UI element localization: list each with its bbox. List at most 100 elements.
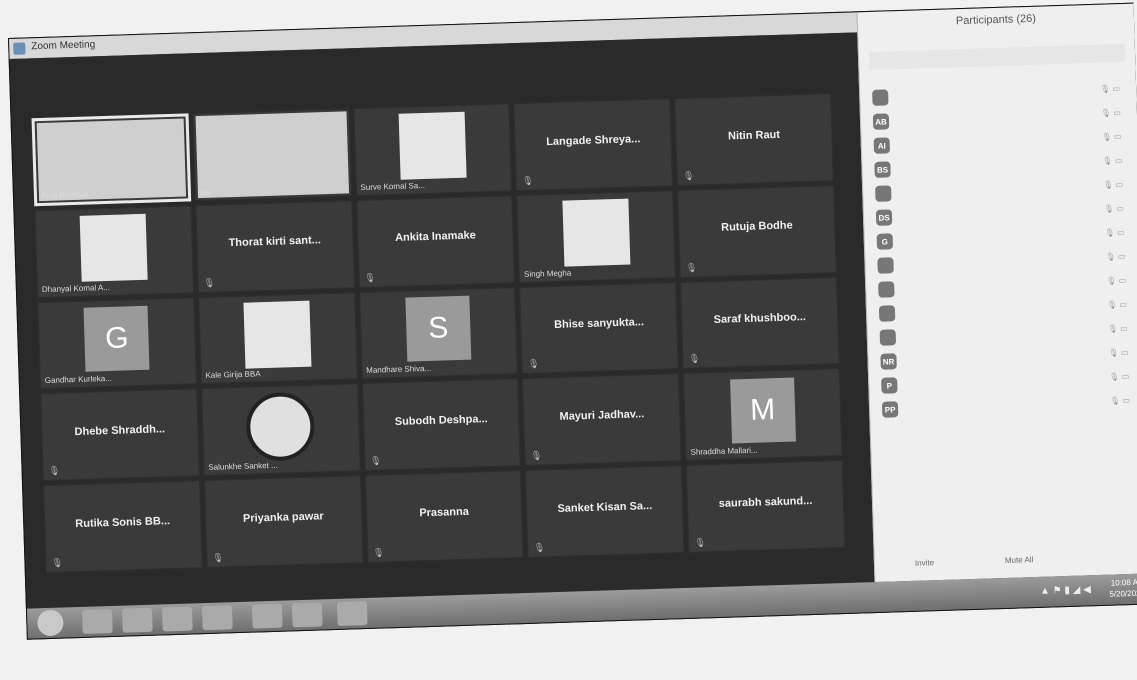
participant-avatar <box>878 305 896 322</box>
participant-tile[interactable]: Priyanka pawar 🎙 <box>203 475 364 569</box>
app-icon[interactable] <box>201 605 233 631</box>
participant-tile[interactable]: G Gandhar Kurleka... <box>37 296 197 390</box>
participant-name: Priyanka pawar <box>242 510 324 525</box>
participant-avatar <box>875 185 892 202</box>
participant-tile[interactable]: Ankita Inamake 🎙 <box>355 195 516 288</box>
mic-muted-icon: 🎙 <box>527 358 540 370</box>
participant-name: Salunkhe Sanket ... <box>208 460 278 473</box>
participant-video <box>36 118 186 201</box>
participant-photo <box>243 300 312 369</box>
system-tray-icons[interactable]: ▲ ⚑ ▮ ◢ ◀ <box>1040 584 1091 597</box>
gallery-view: Anuj Bhosale Sa... Surve Komal Sa... Langad… <box>9 32 875 599</box>
participant-avatar: AB <box>872 113 890 130</box>
mic-muted-icon: 🎙 <box>521 175 534 186</box>
taskbar-clock[interactable]: 10:08 AM 5/20/2021 <box>1109 577 1137 600</box>
participant-tile[interactable]: Dhanyal Komal A... <box>34 205 194 298</box>
participant-tile[interactable]: Rutika Sonis BB... 🎙 <box>43 480 203 574</box>
participant-name: Dhanyal Komal A... <box>41 282 111 294</box>
mic-camera-icon: 🎙 ▭ <box>1106 275 1127 286</box>
participant-tile[interactable]: Subodh Deshpa... 🎙 <box>361 378 522 472</box>
mic-camera-icon: 🎙 ▭ <box>1106 299 1128 310</box>
participant-list: 🎙 ▭ AB 🎙 ▭ AI 🎙 ▭ BS 🎙 ▭ 🎙 ▭ DS 🎙 ▭ G 🎙 ▭ 🎙 ▭ 🎙 ▭ 🎙 ▭ 🎙… <box>870 78 1136 422</box>
participant-avatar: PP <box>881 401 899 418</box>
window-title: Zoom Meeting <box>31 39 96 53</box>
mic-muted-icon: 🎙 <box>533 542 546 553</box>
participant-name: Langade Shreya... <box>546 132 641 148</box>
participant-tile[interactable]: Dhebe Shraddh... 🎙 <box>40 388 200 482</box>
participants-title: Participants (26) <box>955 12 1037 28</box>
file-explorer-icon[interactable] <box>121 607 153 633</box>
participant-tile[interactable]: Sa... <box>192 108 352 202</box>
participant-avatar <box>879 329 897 346</box>
participant-tile[interactable]: Nitin Raut 🎙 <box>674 93 834 186</box>
mic-camera-icon: 🎙 ▭ <box>1101 132 1122 142</box>
participant-video <box>195 111 349 198</box>
participants-panel: Participants (26) 🎙 ▭ AB 🎙 ▭ AI 🎙 ▭ BS 🎙 ▭ 🎙 ▭ D… <box>856 3 1137 583</box>
invite-button[interactable]: Invite <box>915 558 934 568</box>
participant-avatar <box>872 89 889 106</box>
participant-photo <box>80 214 149 283</box>
participant-name: Shraddha Mallari... <box>690 445 758 457</box>
mic-camera-icon: 🎙 ▭ <box>1103 204 1125 214</box>
participant-name: Mayuri Jadhav... <box>559 408 645 423</box>
participant-tile[interactable]: Sanket Kisan Sa... 🎙 <box>525 465 685 558</box>
participant-tile[interactable]: Bhise sanyukta... 🎙 <box>519 281 679 375</box>
mic-muted-icon: 🎙 <box>364 272 376 283</box>
participant-photo <box>562 198 631 267</box>
participant-name: Nitin Raut <box>727 128 781 143</box>
video-grid: Anuj Bhosale Sa... Surve Komal Sa... Langad… <box>31 93 846 574</box>
participant-tile[interactable]: Anuj Bhosale <box>31 113 192 207</box>
internet-explorer-icon[interactable] <box>82 609 113 634</box>
participant-tile[interactable]: M Shraddha Mallari... <box>683 368 843 462</box>
participant-name: Gandhar Kurleka... <box>44 374 113 386</box>
participant-name: Bhise sanyukta... <box>553 316 645 332</box>
mute-all-button[interactable]: Mute All <box>1005 555 1034 565</box>
participant-tile[interactable]: Saraf khushboo... 🎙 <box>680 276 840 370</box>
participant-tile[interactable]: Salunkhe Sanket ... <box>200 383 361 477</box>
mic-camera-icon: 🎙 ▭ <box>1109 395 1131 406</box>
mic-muted-icon: 🎙 <box>685 262 698 273</box>
participant-tile[interactable]: Rutuja Bodhe 🎙 <box>677 184 837 278</box>
participant-name: Saraf khushboo... <box>713 311 807 327</box>
participant-name: Ankita Inamake <box>394 229 476 245</box>
participant-search-input[interactable] <box>868 43 1126 70</box>
edge-icon[interactable] <box>291 602 323 628</box>
mic-camera-icon: 🎙 ▭ <box>1107 323 1128 334</box>
participant-name: Sanket Kisan Sa... <box>557 499 653 515</box>
participant-name: Kale Girija BBA <box>205 369 261 381</box>
participant-avatar: P <box>881 377 898 394</box>
mic-camera-icon: 🎙 ▭ <box>1104 228 1125 238</box>
participant-tile[interactable]: Thorat kirti sant... 🎙 <box>195 200 355 293</box>
zoom-taskbar-icon[interactable] <box>336 601 368 626</box>
clock-date: 5/20/2021 <box>1109 588 1137 599</box>
mic-muted-icon: 🎙 <box>369 455 382 467</box>
panel-footer: Invite Mute All <box>885 548 1137 574</box>
participant-name: Prasanna <box>419 505 470 520</box>
participant-tile[interactable]: saurabh sakund... 🎙 <box>685 460 846 553</box>
participant-name: Sa... <box>199 187 217 197</box>
participant-tile[interactable]: Langade Shreya... 🎙 <box>513 98 674 191</box>
avatar-letter: S <box>405 295 472 362</box>
participant-avatar <box>877 257 894 274</box>
participant-tile[interactable]: Mayuri Jadhav... 🎙 <box>522 373 682 467</box>
mic-muted-icon: 🎙 <box>212 552 224 563</box>
participant-name: Rutuja Bodhe <box>720 219 793 235</box>
participant-tile[interactable]: Kale Girija BBA <box>198 291 358 385</box>
participant-tile[interactable]: Prasanna 🎙 <box>364 470 524 563</box>
clock-time: 10:08 AM <box>1110 577 1137 588</box>
participant-tile[interactable]: Singh Megha <box>516 189 677 283</box>
start-button-icon[interactable] <box>36 609 64 637</box>
participant-name: Surve Komal Sa... <box>360 180 426 192</box>
mic-muted-icon: 🎙 <box>694 537 706 548</box>
mic-camera-icon: 🎙 ▭ <box>1100 108 1122 118</box>
participant-tile[interactable]: S Mandhare Shiva... <box>358 286 519 380</box>
chrome-icon[interactable] <box>251 603 283 629</box>
mic-camera-icon: 🎙 ▭ <box>1100 84 1121 94</box>
mic-muted-icon: 🎙 <box>203 277 216 288</box>
zoom-icon <box>13 42 26 55</box>
mic-camera-icon: 🎙 ▭ <box>1108 347 1129 358</box>
participant-tile[interactable]: Surve Komal Sa... <box>352 103 513 196</box>
media-player-icon[interactable] <box>161 606 193 632</box>
avatar-letter: G <box>83 305 150 372</box>
screen-photo: Zoom Meeting Anuj Bhosale Sa... Surve Koma… <box>0 0 1137 680</box>
